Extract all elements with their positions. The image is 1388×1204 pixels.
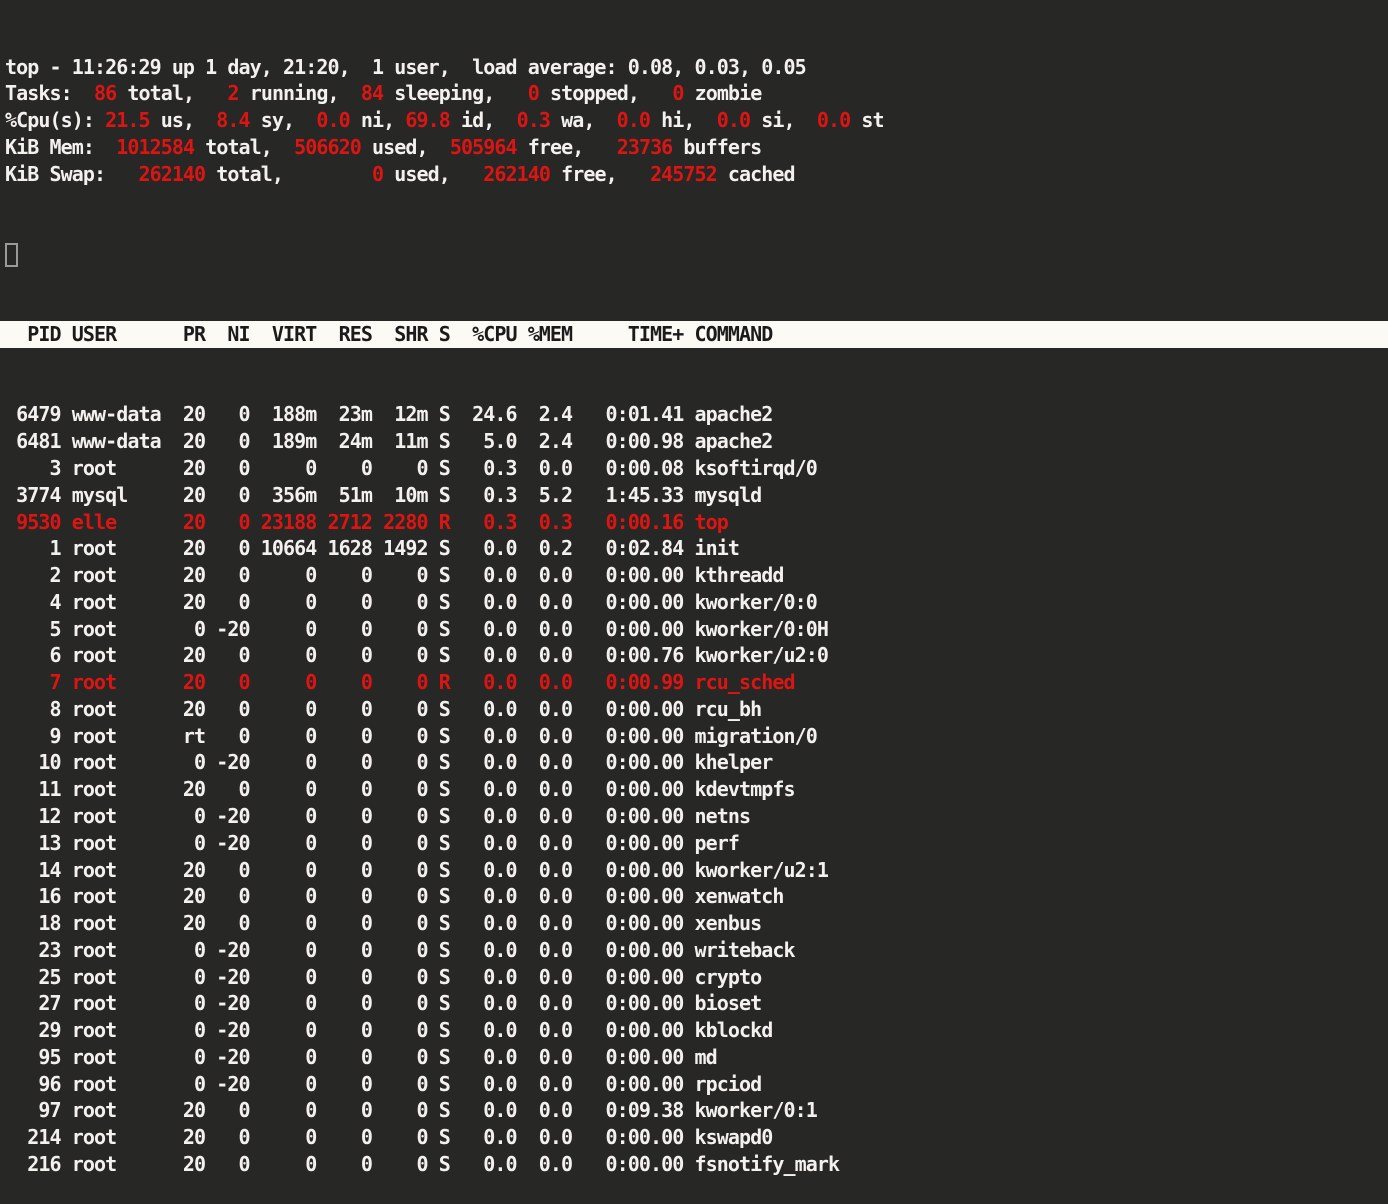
tasks-line-segment: Tasks: [5,81,83,105]
cpu-line-segment: sy, [250,108,306,132]
cpu-line-segment: 0.0 [305,108,349,132]
cpu-line-segment: 21.5 [105,108,149,132]
cpu-line-segment: 0.3 [505,108,549,132]
cpu-line-segment: st [850,108,883,132]
process-row-2: 2 root 20 0 0 0 0 S 0.0 0.0 0:00.00 kthr… [5,562,1388,589]
process-row-13: 13 root 0 -20 0 0 0 S 0.0 0.0 0:00.00 pe… [5,830,1388,857]
process-row-25: 25 root 0 -20 0 0 0 S 0.0 0.0 0:00.00 cr… [5,964,1388,991]
tasks-line-segment: 0 [506,81,539,105]
tasks-line-segment: sleeping, [383,81,505,105]
process-row-10: 10 root 0 -20 0 0 0 S 0.0 0.0 0:00.00 kh… [5,749,1388,776]
tasks-line-segment: 84 [350,81,383,105]
process-row-3: 3 root 20 0 0 0 0 S 0.3 0.0 0:00.08 ksof… [5,455,1388,482]
terminal-screen[interactable]: top - 11:26:29 up 1 day, 21:20, 1 user, … [0,0,1388,964]
process-row-9: 9 root rt 0 0 0 0 S 0.0 0.0 0:00.00 migr… [5,723,1388,750]
cpu-line-segment: 0.0 [806,108,850,132]
process-row-14: 14 root 20 0 0 0 0 S 0.0 0.0 0:00.00 kwo… [5,857,1388,884]
tasks-line: Tasks: 86 total, 2 running, 84 sleeping,… [5,80,1388,107]
tasks-line-segment: 2 [205,81,238,105]
swap-line-segment: total, [205,162,372,186]
cpu-line-segment: 8.4 [205,108,249,132]
terminal-cursor [5,243,18,267]
process-row-96: 96 root 0 -20 0 0 0 S 0.0 0.0 0:00.00 rp… [5,1071,1388,1098]
cpu-line: %Cpu(s): 21.5 us, 8.4 sy, 0.0 ni, 69.8 i… [5,107,1388,134]
process-row-1: 1 root 20 0 10664 1628 1492 S 0.0 0.2 0:… [5,535,1388,562]
mem-line-segment: 505964 [450,135,517,159]
process-row-6: 6 root 20 0 0 0 0 S 0.0 0.0 0:00.76 kwor… [5,642,1388,669]
mem-line-segment: buffers [672,135,761,159]
process-row-6479: 6479 www-data 20 0 188m 23m 12m S 24.6 2… [5,401,1388,428]
process-row-8: 8 root 20 0 0 0 0 S 0.0 0.0 0:00.00 rcu_… [5,696,1388,723]
mem-line-segment: KiB Mem: [5,135,116,159]
cpu-line-segment: 0.0 [606,108,650,132]
process-row-16: 16 root 20 0 0 0 0 S 0.0 0.0 0:00.00 xen… [5,883,1388,910]
process-table-header: PID USER PR NI VIRT RES SHR S %CPU %MEM … [0,321,1388,348]
uptime-line-segment: top - 11:26:29 up 1 day, 21:20, 1 user, … [5,55,806,79]
uptime-line: top - 11:26:29 up 1 day, 21:20, 1 user, … [5,54,1388,81]
cpu-line-segment: ni, [350,108,406,132]
swap-line-segment: 0 [372,162,383,186]
mem-line-segment: 23736 [617,135,673,159]
swap-line-segment: 245752 [650,162,717,186]
cpu-line-segment: 69.8 [405,108,449,132]
cpu-line-segment: us, [150,108,206,132]
tasks-line-segment: running, [239,81,350,105]
process-row-12: 12 root 0 -20 0 0 0 S 0.0 0.0 0:00.00 ne… [5,803,1388,830]
process-row-5: 5 root 0 -20 0 0 0 S 0.0 0.0 0:00.00 kwo… [5,616,1388,643]
cpu-line-segment: hi, [650,108,706,132]
cpu-line-segment: %Cpu(s): [5,108,105,132]
process-row-6481: 6481 www-data 20 0 189m 24m 11m S 5.0 2.… [5,428,1388,455]
mem-line-segment: free, [517,135,617,159]
cpu-line-segment: wa, [550,108,606,132]
tasks-line-segment: zombie [683,81,761,105]
swap-line-segment: 262140 [138,162,205,186]
mem-line-segment: 1012584 [116,135,194,159]
process-row-29: 29 root 0 -20 0 0 0 S 0.0 0.0 0:00.00 kb… [5,1017,1388,1044]
process-row-216: 216 root 20 0 0 0 0 S 0.0 0.0 0:00.00 fs… [5,1151,1388,1178]
process-row-3774: 3774 mysql 20 0 356m 51m 10m S 0.3 5.2 1… [5,482,1388,509]
swap-line-segment: used, [383,162,483,186]
process-row-9530: 9530 elle 20 0 23188 2712 2280 R 0.3 0.3… [5,509,1388,536]
process-row-18: 18 root 20 0 0 0 0 S 0.0 0.0 0:00.00 xen… [5,910,1388,937]
process-row-97: 97 root 20 0 0 0 0 S 0.0 0.0 0:09.38 kwo… [5,1097,1388,1124]
mem-line-segment: total, [194,135,294,159]
process-row-27: 27 root 0 -20 0 0 0 S 0.0 0.0 0:00.00 bi… [5,990,1388,1017]
process-row-7: 7 root 20 0 0 0 0 R 0.0 0.0 0:00.99 rcu_… [5,669,1388,696]
cpu-line-segment: si, [750,108,806,132]
cursor-line [5,241,1388,268]
process-row-4: 4 root 20 0 0 0 0 S 0.0 0.0 0:00.00 kwor… [5,589,1388,616]
swap-line-segment: 262140 [483,162,550,186]
process-row-95: 95 root 0 -20 0 0 0 S 0.0 0.0 0:00.00 md [5,1044,1388,1071]
top-summary-area: top - 11:26:29 up 1 day, 21:20, 1 user, … [5,54,1388,188]
tasks-line-segment: 86 [83,81,116,105]
tasks-line-segment: 0 [650,81,683,105]
tasks-line-segment: stopped, [539,81,650,105]
mem-line-segment: 506620 [294,135,361,159]
swap-line: KiB Swap: 262140 total, 0 used, 262140 f… [5,161,1388,188]
process-row-214: 214 root 20 0 0 0 0 S 0.0 0.0 0:00.00 ks… [5,1124,1388,1151]
process-row-23: 23 root 0 -20 0 0 0 S 0.0 0.0 0:00.00 wr… [5,937,1388,964]
mem-line-segment: used, [361,135,450,159]
cpu-line-segment: 0.0 [706,108,750,132]
process-row-11: 11 root 20 0 0 0 0 S 0.0 0.0 0:00.00 kde… [5,776,1388,803]
swap-line-segment: KiB Swap: [5,162,138,186]
process-table-rows: 6479 www-data 20 0 188m 23m 12m S 24.6 2… [5,401,1388,1177]
tasks-line-segment: total, [116,81,205,105]
swap-line-segment: free, [550,162,650,186]
cpu-line-segment: id, [450,108,506,132]
mem-line: KiB Mem: 1012584 total, 506620 used, 505… [5,134,1388,161]
swap-line-segment: cached [717,162,795,186]
